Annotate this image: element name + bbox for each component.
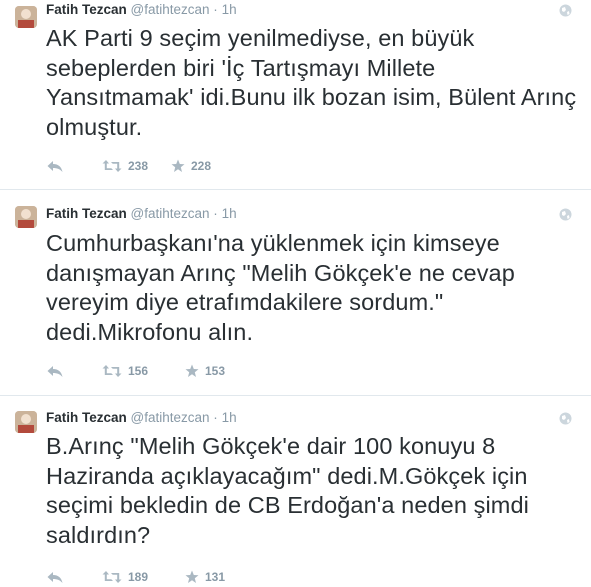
tweet[interactable]: Fatih Tezcan @fatihtezcan · 1h AK Parti … bbox=[0, 0, 591, 190]
retweet-count: 189 bbox=[128, 570, 149, 584]
author-handle[interactable]: @fatihtezcan bbox=[131, 206, 210, 221]
separator-dot: · bbox=[213, 410, 218, 425]
tweet-header: Fatih Tezcan @fatihtezcan · 1h bbox=[46, 204, 237, 224]
globe-icon[interactable] bbox=[559, 208, 572, 221]
tweet-text: B.Arınç "Melih Gökçek'e dair 100 konuyu … bbox=[46, 433, 529, 548]
globe-icon[interactable] bbox=[559, 4, 572, 17]
tweet-actions: 189 131 bbox=[46, 567, 225, 587]
separator-dot: · bbox=[213, 206, 218, 221]
star-icon bbox=[185, 570, 199, 583]
author-name[interactable]: Fatih Tezcan bbox=[46, 2, 127, 17]
timestamp[interactable]: 1h bbox=[222, 2, 237, 17]
reply-icon bbox=[47, 366, 63, 377]
retweet-action[interactable]: 189 bbox=[102, 570, 185, 584]
author-handle[interactable]: @fatihtezcan bbox=[131, 2, 210, 17]
retweet-count: 238 bbox=[128, 159, 149, 173]
favorite-count: 153 bbox=[205, 364, 226, 378]
retweet-icon bbox=[102, 160, 122, 172]
star-icon bbox=[185, 364, 199, 377]
tweet-actions: 156 153 bbox=[46, 361, 225, 381]
retweet-icon bbox=[102, 365, 122, 377]
reply-action[interactable] bbox=[46, 570, 102, 584]
globe-icon[interactable] bbox=[559, 412, 572, 425]
reply-action[interactable] bbox=[46, 159, 102, 173]
tweet-header: Fatih Tezcan @fatihtezcan · 1h bbox=[46, 0, 237, 20]
tweet-header: Fatih Tezcan @fatihtezcan · 1h bbox=[46, 408, 237, 428]
tweet[interactable]: Fatih Tezcan @fatihtezcan · 1h Cumhurbaş… bbox=[0, 200, 591, 396]
avatar[interactable] bbox=[15, 411, 37, 433]
avatar[interactable] bbox=[15, 6, 37, 28]
timestamp[interactable]: 1h bbox=[222, 206, 237, 221]
favorite-count: 228 bbox=[191, 159, 212, 173]
favorite-action[interactable]: 131 bbox=[185, 570, 225, 584]
tweet-text: AK Parti 9 seçim yenilmediyse, en büyük … bbox=[46, 25, 577, 140]
timestamp[interactable]: 1h bbox=[222, 410, 237, 425]
retweet-action[interactable]: 238 bbox=[102, 159, 171, 173]
reply-icon bbox=[47, 161, 63, 172]
reply-action[interactable] bbox=[46, 364, 102, 378]
reply-icon bbox=[47, 572, 63, 583]
tweet-text: Cumhurbaşkanı'na yüklenmek için kimseye … bbox=[46, 230, 515, 345]
favorite-count: 131 bbox=[205, 570, 226, 584]
author-name[interactable]: Fatih Tezcan bbox=[46, 206, 127, 221]
tweet[interactable]: Fatih Tezcan @fatihtezcan · 1h B.Arınç "… bbox=[0, 405, 591, 584]
retweet-icon bbox=[102, 571, 122, 583]
author-handle[interactable]: @fatihtezcan bbox=[131, 410, 210, 425]
retweet-action[interactable]: 156 bbox=[102, 364, 185, 378]
retweet-count: 156 bbox=[128, 364, 149, 378]
favorite-action[interactable]: 228 bbox=[171, 159, 211, 173]
avatar[interactable] bbox=[15, 206, 37, 228]
separator-dot: · bbox=[213, 2, 218, 17]
author-name[interactable]: Fatih Tezcan bbox=[46, 410, 127, 425]
tweet-actions: 238 228 bbox=[46, 156, 211, 176]
favorite-action[interactable]: 153 bbox=[185, 364, 225, 378]
star-icon bbox=[171, 159, 185, 172]
